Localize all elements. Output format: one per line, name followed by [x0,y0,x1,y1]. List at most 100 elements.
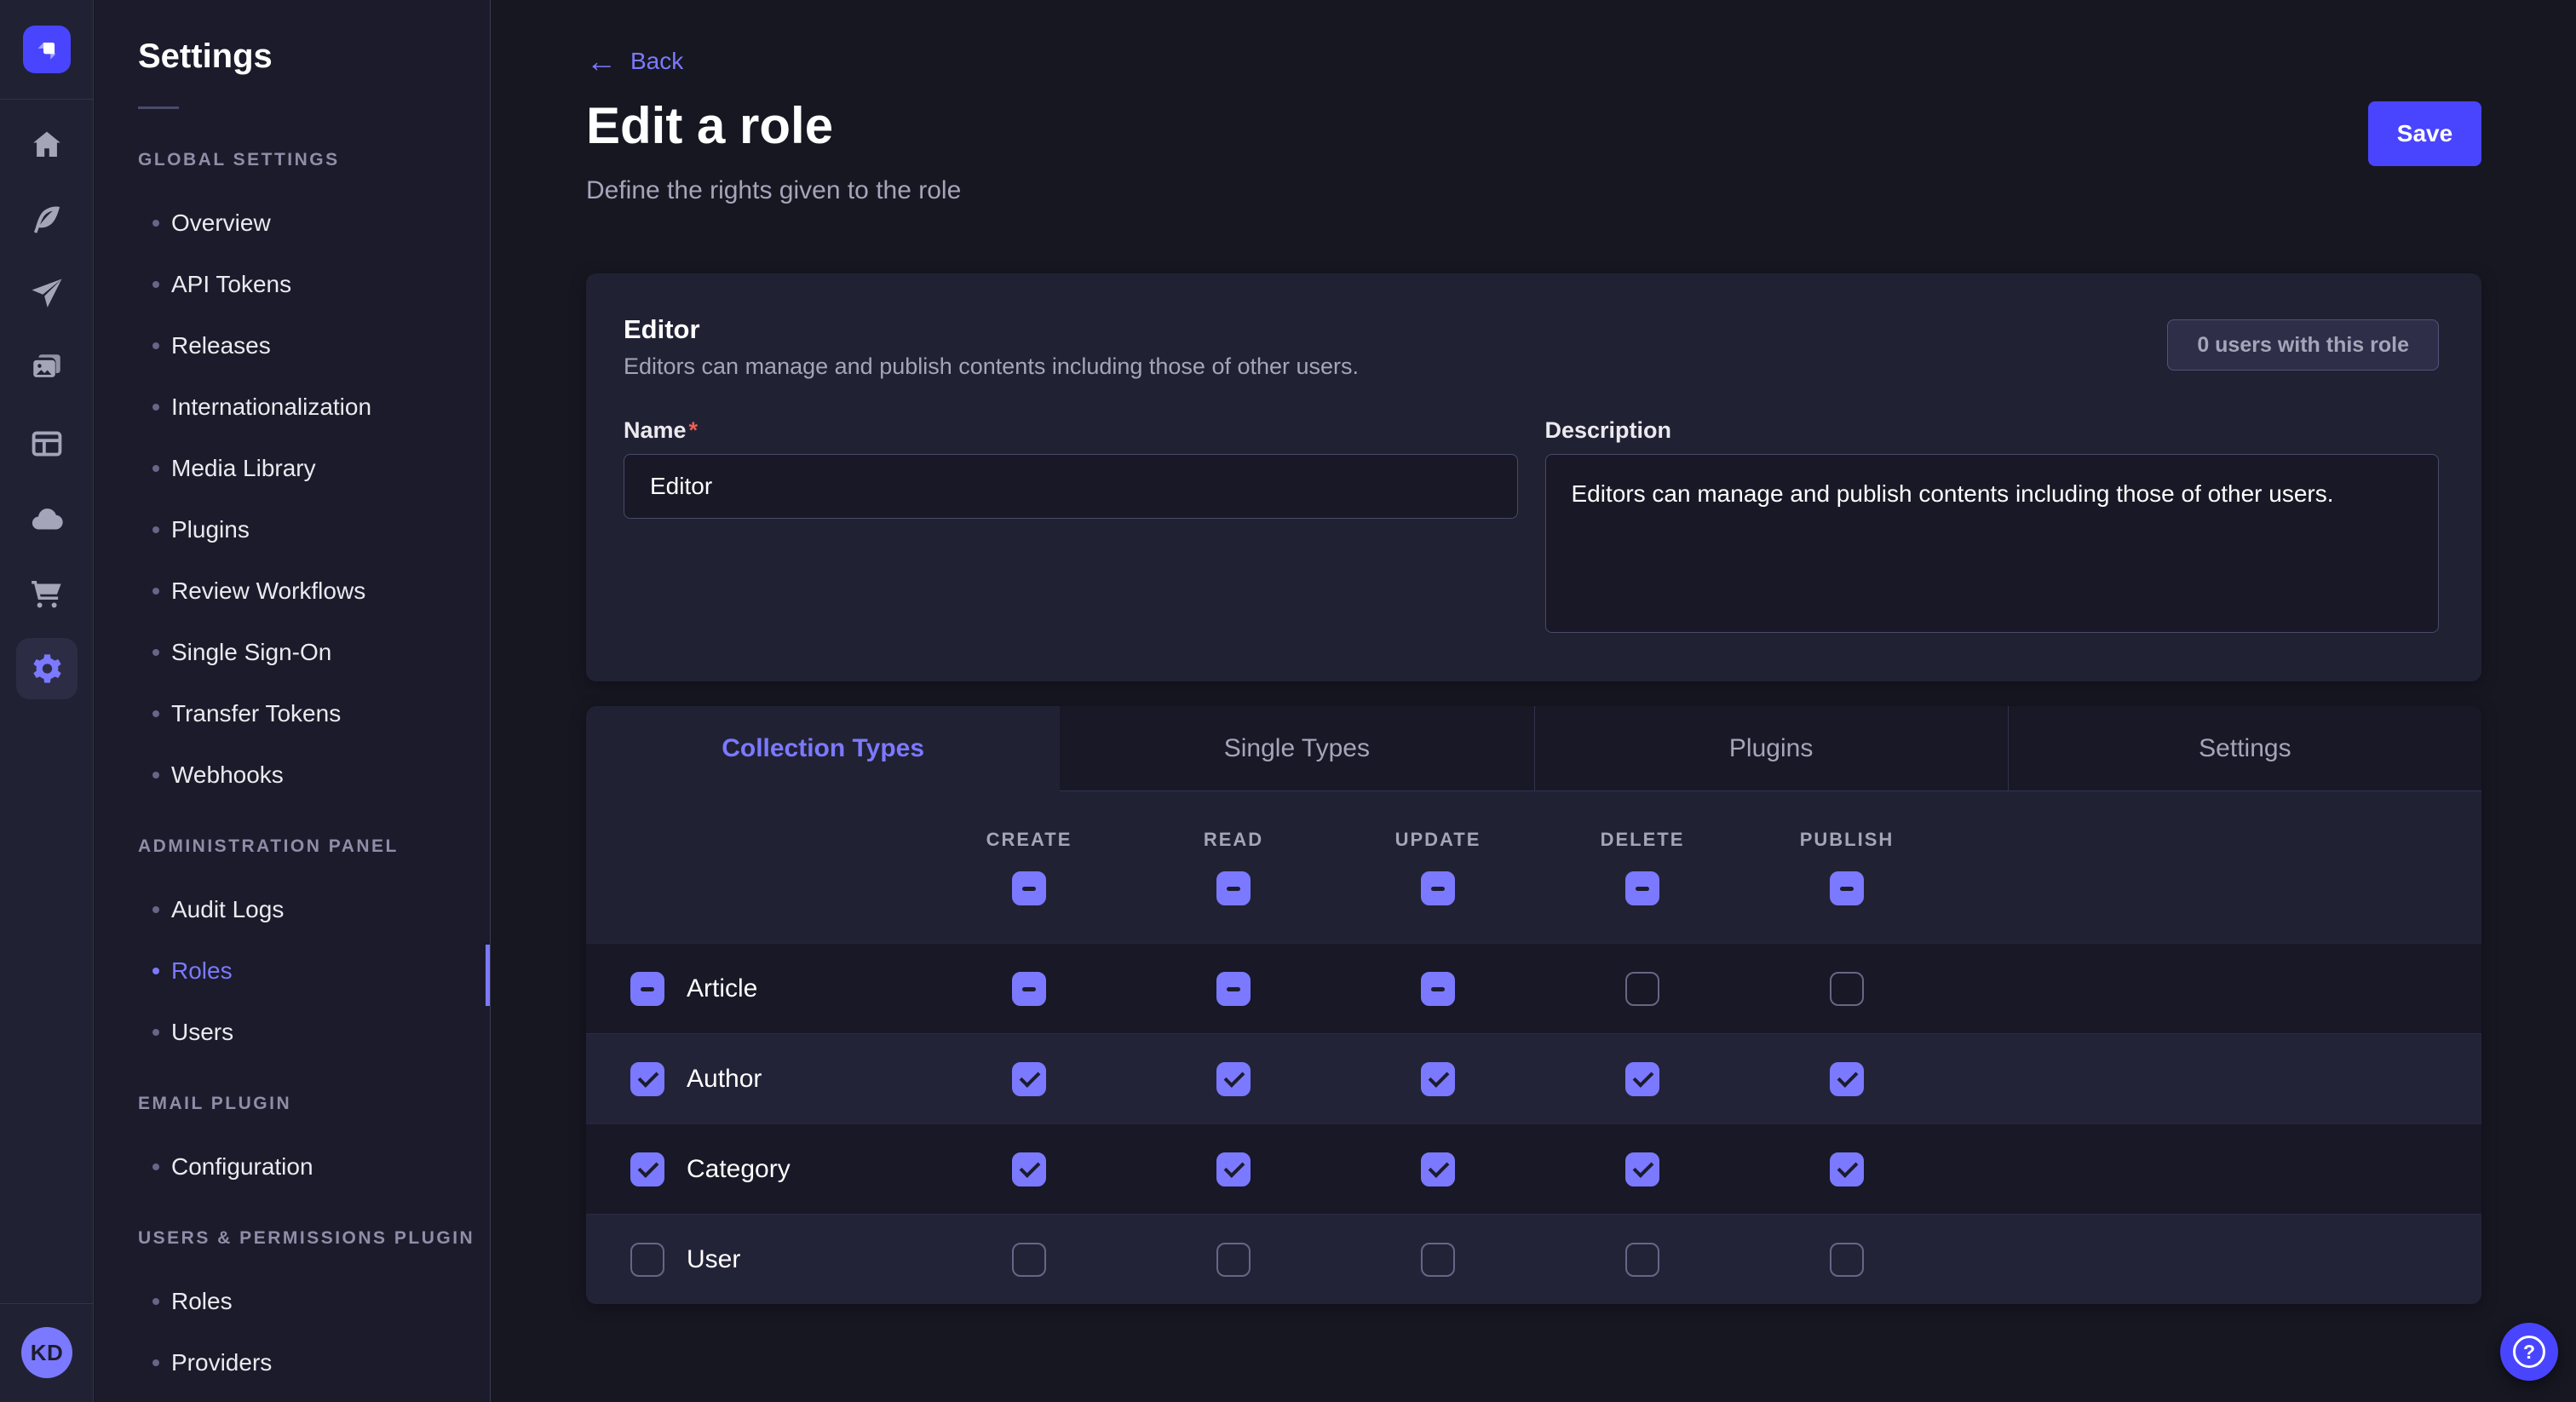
user-row-label: User [687,1245,740,1274]
category-delete-checkbox[interactable] [1625,1152,1659,1187]
name-field-group: Name* [624,417,1518,637]
user-read-checkbox[interactable] [1216,1243,1251,1277]
back-arrow-icon: ← [586,49,617,73]
publish-all-checkbox[interactable] [1830,871,1864,905]
permissions-tabs: Collection Types Single Types Plugins Se… [586,706,2481,791]
subnav-item-overview[interactable]: Overview [95,192,490,254]
user-update-checkbox[interactable] [1421,1243,1455,1277]
section-global-settings: GLOBAL SETTINGS [138,150,490,170]
user-row-checkbox[interactable] [630,1243,664,1277]
permissions-header-row: CREATE READ UPDATE DELETE PUBLISH [586,791,2481,943]
name-input[interactable] [624,454,1518,519]
subnav-item-configuration[interactable]: Configuration [95,1136,490,1198]
article-update-checkbox[interactable] [1421,972,1455,1006]
strapi-logo-icon[interactable] [23,26,71,73]
tab-plugins[interactable]: Plugins [1534,706,2008,791]
column-publish: PUBLISH [1745,829,1949,905]
author-update-checkbox[interactable] [1421,1062,1455,1096]
content-type-builder-plane-icon[interactable] [0,256,93,331]
user-label-cell: User [586,1243,927,1277]
article-delete-checkbox[interactable] [1625,972,1659,1006]
user-delete-checkbox[interactable] [1625,1243,1659,1277]
category-create-checkbox[interactable] [1012,1152,1046,1187]
subnav-item-single-sign-on[interactable]: Single Sign-On [95,622,490,683]
author-read-checkbox[interactable] [1216,1062,1251,1096]
back-link[interactable]: ← Back [586,48,683,75]
global-settings-list: Overview API Tokens Releases Internation… [95,192,490,806]
article-create-checkbox[interactable] [1012,972,1046,1006]
category-label-cell: Category [586,1152,927,1187]
rail-bottom-divider [0,1303,94,1304]
category-row-label: Category [687,1155,791,1184]
page-subtitle: Define the rights given to the role [586,176,2481,205]
layout-card-icon[interactable] [0,406,93,481]
question-mark-icon: ? [2513,1336,2545,1368]
help-button[interactable]: ? [2500,1323,2558,1381]
read-all-checkbox[interactable] [1216,871,1251,905]
author-create-checkbox[interactable] [1012,1062,1046,1096]
users-permissions-list: Roles Providers [95,1271,490,1393]
save-button[interactable]: Save [2368,101,2481,166]
cart-icon[interactable] [0,555,93,630]
delete-all-checkbox[interactable] [1625,871,1659,905]
permissions-panel: Collection Types Single Types Plugins Se… [586,706,2481,1304]
category-update-checkbox[interactable] [1421,1152,1455,1187]
table-row-article: Article [586,943,2481,1033]
update-all-checkbox[interactable] [1421,871,1455,905]
category-publish-checkbox[interactable] [1830,1152,1864,1187]
subnav-item-transfer-tokens[interactable]: Transfer Tokens [95,683,490,744]
active-item-indicator [486,945,490,1006]
subnav-item-releases[interactable]: Releases [95,315,490,376]
category-read-checkbox[interactable] [1216,1152,1251,1187]
main-content: ← Back Edit a role Save Define the right… [491,0,2576,1402]
create-column-label: CREATE [986,829,1072,851]
content-manager-feather-icon[interactable] [0,182,93,257]
subnav-item-users[interactable]: Users [95,1002,490,1063]
description-textarea[interactable]: Editors can manage and publish contents … [1545,454,2440,633]
subnav-item-roles-active[interactable]: Roles [95,940,490,1002]
create-all-checkbox[interactable] [1012,871,1046,905]
name-label: Name* [624,417,698,443]
user-publish-checkbox[interactable] [1830,1243,1864,1277]
required-asterisk: * [689,417,699,443]
subnav-title: Settings [138,37,490,76]
author-row-label: Author [687,1065,762,1094]
subnav-item-media-library[interactable]: Media Library [95,438,490,499]
author-publish-checkbox[interactable] [1830,1062,1864,1096]
article-publish-checkbox[interactable] [1830,972,1864,1006]
tab-single-types[interactable]: Single Types [1060,706,1533,791]
subnav-item-plugins[interactable]: Plugins [95,499,490,560]
user-avatar[interactable]: KD [21,1327,72,1378]
subnav-item-up-roles[interactable]: Roles [95,1271,490,1332]
email-plugin-list: Configuration [95,1136,490,1198]
tab-settings[interactable]: Settings [2008,706,2481,791]
column-update: UPDATE [1336,829,1540,905]
cloud-icon[interactable] [0,482,93,557]
article-read-checkbox[interactable] [1216,972,1251,1006]
subnav-item-webhooks[interactable]: Webhooks [95,744,490,806]
table-row-author: Author [586,1033,2481,1123]
article-label-cell: Article [586,972,927,1006]
home-icon[interactable] [0,107,93,182]
author-delete-checkbox[interactable] [1625,1062,1659,1096]
rail-divider [0,99,94,100]
subnav-item-up-providers[interactable]: Providers [95,1332,490,1393]
author-row-checkbox[interactable] [630,1062,664,1096]
media-library-icon[interactable] [0,330,93,405]
subnav-item-api-tokens[interactable]: API Tokens [95,254,490,315]
subnav-item-audit-logs[interactable]: Audit Logs [95,879,490,940]
tab-collection-types[interactable]: Collection Types [586,706,1060,791]
update-column-label: UPDATE [1395,829,1481,851]
subnav-item-review-workflows[interactable]: Review Workflows [95,560,490,622]
settings-gear-icon[interactable] [0,631,93,706]
subnav-item-internationalization[interactable]: Internationalization [95,376,490,438]
users-with-role-badge[interactable]: 0 users with this role [2167,319,2439,371]
article-row-checkbox[interactable] [630,972,664,1006]
settings-active-tile [16,638,78,699]
description-label: Description [1545,417,1672,443]
user-create-checkbox[interactable] [1012,1243,1046,1277]
main-nav-rail: KD [0,0,94,1402]
article-row-label: Article [687,974,757,1003]
page-header: Edit a role Save [586,98,2481,166]
category-row-checkbox[interactable] [630,1152,664,1187]
